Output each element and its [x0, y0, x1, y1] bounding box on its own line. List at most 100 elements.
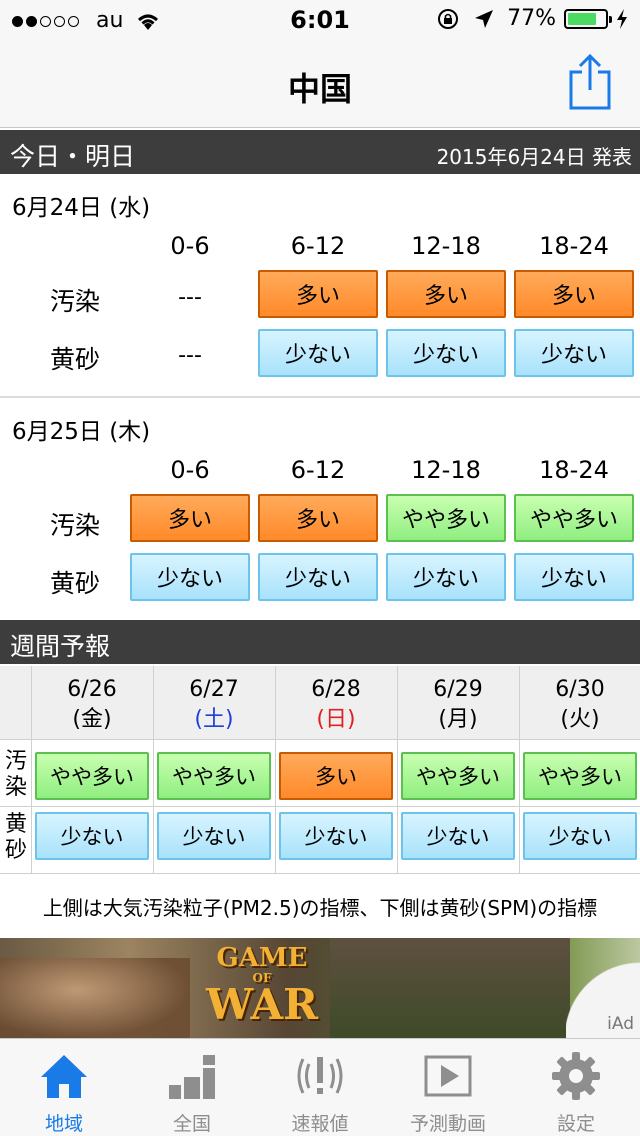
weekly-date: 6/26 [67, 677, 117, 702]
no-data-value: --- [178, 285, 202, 310]
tab-bar: 地域 全国 速報値 予測動画 設定 [0, 1038, 640, 1136]
dust-level-cell: 少ない [386, 553, 506, 601]
gear-icon [552, 1052, 600, 1100]
ad-logo-text: WAR [206, 980, 318, 1029]
bar-chart-icon [169, 1055, 215, 1099]
weekly-date: 6/27 [189, 677, 239, 702]
weekly-forecast-table: 6/26 (金) 6/27 (土) 6/28 (日) 6/29 (月) 6/30 (火) … [0, 666, 640, 874]
weekly-pollution-cell: やや多い [35, 752, 149, 800]
status-bar: au 6:01 77% [0, 0, 640, 40]
alert-signal-icon [297, 1057, 343, 1094]
label-char: 黄 [4, 812, 27, 837]
ad-logo: GAME OF WAR [200, 944, 324, 1026]
orientation-lock-icon [438, 8, 459, 29]
pollution-level-cell: 多い [386, 270, 506, 318]
tab-forecast-video[interactable]: 予測動画 [384, 1039, 512, 1136]
ad-artwork [330, 938, 570, 1038]
weekly-dust-cell: 少ない [35, 812, 149, 860]
pollution-level-cell: 多い [258, 270, 378, 318]
day-date: 6月25日 (木) [12, 419, 151, 445]
play-video-icon [424, 1055, 472, 1097]
no-data-value: --- [178, 343, 202, 368]
battery-percent: 77% [507, 6, 556, 31]
weekly-pollution-cell: やや多い [401, 752, 515, 800]
dust-level-cell: 少ない [258, 329, 378, 377]
label-char: 砂 [4, 838, 27, 863]
share-button[interactable] [568, 54, 612, 110]
today-tomorrow-header: 今日・明日 2015年6月24日 発表 [0, 130, 640, 174]
pollution-level-cell: 多い [258, 494, 378, 542]
weekly-pollution-cell: やや多い [157, 752, 271, 800]
weekly-dust-cell: 少ない [523, 812, 637, 860]
weekly-day-header: 6/27 (土) [154, 675, 274, 735]
weekly-pollution-label: 汚染 [3, 749, 29, 801]
dust-level-cell: 少ない [130, 553, 250, 601]
weekly-forecast-title: 週間予報 [10, 632, 111, 661]
pollution-level-cell: 多い [130, 494, 250, 542]
pollution-level-cell: やや多い [386, 494, 506, 542]
weekly-weekday: (火) [560, 707, 600, 732]
weekly-day-header: 6/30 (火) [520, 675, 640, 735]
pollution-row-label: 汚染 [50, 511, 101, 540]
tab-region[interactable]: 地域 [0, 1039, 128, 1136]
dust-level-cell: 少ない [514, 553, 634, 601]
weekly-forecast-header: 週間予報 [0, 620, 640, 664]
weekly-weekday: (金) [72, 707, 112, 732]
label-char: 汚 [4, 749, 27, 774]
ad-logo-text: GAME [216, 943, 308, 973]
pollution-level-cell: やや多い [514, 494, 634, 542]
time-slot-header: 18-24 [539, 456, 609, 484]
tab-label: 速報値 [291, 1113, 349, 1135]
charging-bolt-icon [617, 8, 627, 29]
weekly-weekday-saturday: (土) [194, 707, 234, 732]
today-tomorrow-title: 今日・明日 [10, 142, 136, 171]
row-divider [0, 806, 640, 807]
weekly-dust-label: 黄砂 [3, 812, 29, 864]
dust-row-label: 黄砂 [50, 569, 101, 598]
time-slot-header: 6-12 [290, 456, 346, 484]
dust-level-cell: 少ない [386, 329, 506, 377]
pollution-row-label: 汚染 [50, 287, 101, 316]
iad-label: iAd [607, 1014, 634, 1034]
tab-nationwide[interactable]: 全国 [128, 1039, 256, 1136]
divider [0, 396, 640, 398]
row-divider [0, 873, 640, 874]
home-icon [41, 1055, 87, 1098]
weekly-day-header: 6/29 (月) [398, 675, 518, 735]
tab-label: 設定 [556, 1113, 595, 1135]
ad-artwork [0, 958, 190, 1038]
time-slot-header: 18-24 [539, 232, 609, 260]
location-arrow-icon [475, 9, 494, 28]
weekly-date: 6/29 [433, 677, 483, 702]
status-right: 77% [437, 6, 628, 31]
tab-label: 予測動画 [409, 1113, 486, 1135]
label-char: 染 [4, 775, 27, 800]
issued-date: 2015年6月24日 発表 [436, 145, 632, 169]
weekly-dust-cell: 少ない [401, 812, 515, 860]
weekly-pollution-cell: やや多い [523, 752, 637, 800]
weekly-day-header: 6/26 (金) [32, 675, 152, 735]
pollution-level-cell: 多い [514, 270, 634, 318]
navigation-bar: 中国 [0, 40, 640, 128]
tab-label: 全国 [172, 1113, 211, 1135]
battery-icon [564, 8, 612, 29]
time-slot-header: 0-6 [170, 232, 210, 260]
ad-banner[interactable]: GAME OF WAR iAd [0, 938, 640, 1038]
weekly-weekday-sunday: (日) [316, 707, 356, 732]
weekly-day-header: 6/28 (日) [276, 675, 396, 735]
weekly-pollution-cell: 多い [279, 752, 393, 800]
time-slot-header: 6-12 [290, 232, 346, 260]
tab-preliminary-values[interactable]: 速報値 [256, 1039, 384, 1136]
tab-label: 地域 [44, 1113, 83, 1135]
weekly-date: 6/30 [555, 677, 605, 702]
weekly-dust-cell: 少ない [279, 812, 393, 860]
dust-level-cell: 少ない [514, 329, 634, 377]
dust-row-label: 黄砂 [50, 345, 101, 374]
weekly-dust-cell: 少ない [157, 812, 271, 860]
legend-note: 上側は大気汚染粒子(PM2.5)の指標、下側は黄砂(SPM)の指標 [42, 896, 598, 920]
weekly-weekday: (月) [438, 707, 478, 732]
time-slot-header: 12-18 [411, 232, 481, 260]
day-date: 6月24日 (水) [12, 195, 151, 221]
weekly-date: 6/28 [311, 677, 361, 702]
tab-settings[interactable]: 設定 [512, 1039, 640, 1136]
